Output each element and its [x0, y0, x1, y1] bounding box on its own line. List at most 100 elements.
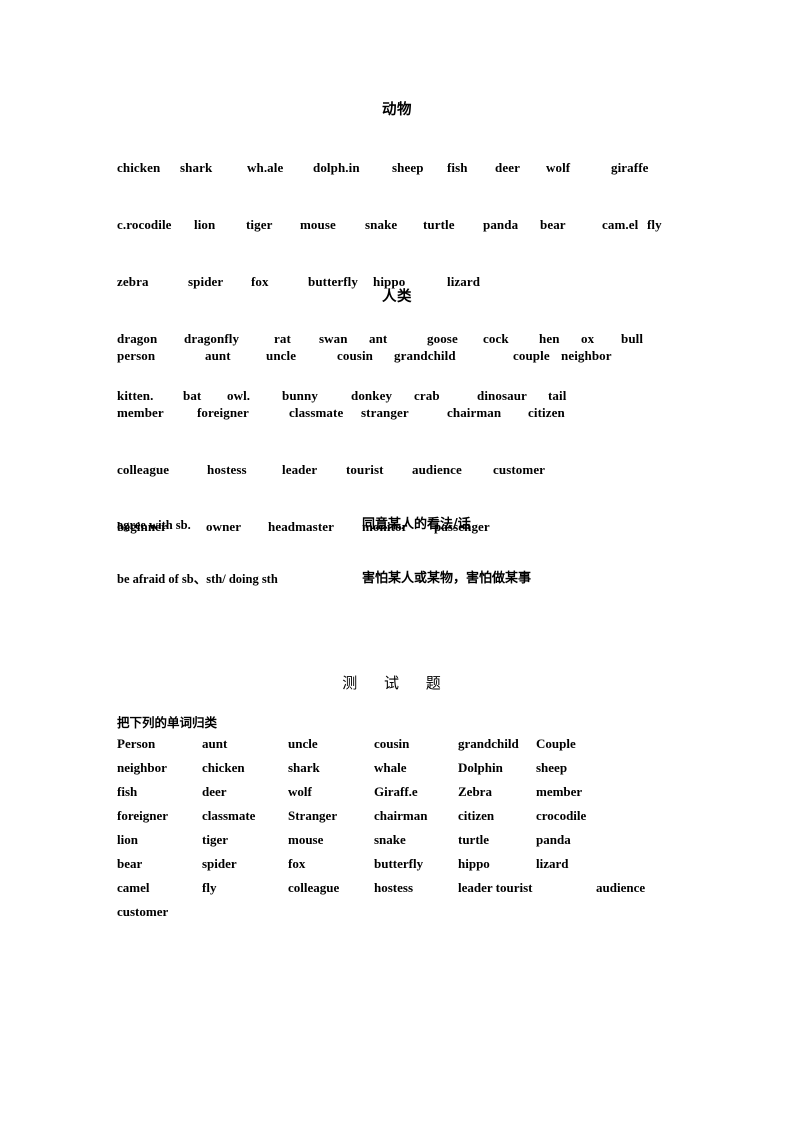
test-instruction: 把下列的单词归类: [117, 715, 218, 730]
animals-section-title: 动物: [382, 102, 412, 118]
vocab-word: hostess: [207, 462, 247, 477]
vocab-word: wh.ale: [247, 160, 284, 175]
vocab-word: owl.: [227, 388, 251, 403]
test-grid-word: Zebra: [458, 784, 492, 799]
vocab-word: owner: [206, 519, 242, 534]
vocab-word: foreigner: [197, 405, 249, 420]
vocab-word: member: [117, 405, 164, 420]
vocab-word: goose: [427, 331, 458, 346]
phrase-list: agree with sb. 同意某人的看法/话 be afraid of sb…: [117, 480, 531, 624]
vocab-word: customer: [493, 462, 546, 477]
humans-row: person aunt uncle cousin grandchild couple nei…: [117, 348, 612, 369]
test-grid-word: customer: [117, 904, 169, 919]
vocab-word: bunny: [282, 388, 318, 403]
phrase-chinese: 同意某人的看法/话: [362, 517, 471, 532]
humans-section-title: 人类: [382, 289, 412, 305]
vocab-word: ox: [581, 331, 595, 346]
test-grid-word: uncle: [288, 736, 318, 751]
vocab-word: grandchild: [394, 348, 456, 363]
vocab-word: dinosaur: [477, 388, 527, 403]
worksheet-page: 动物 chicken shark wh.ale dolph.in sheep fish de…: [0, 0, 794, 1123]
test-grid-word: foreigner: [117, 808, 169, 823]
vocab-word: dolph.in: [313, 160, 360, 175]
vocab-word: person: [117, 348, 156, 363]
test-grid-word: turtle: [458, 832, 490, 847]
vocab-word: ant: [369, 331, 388, 346]
test-grid-word: panda: [536, 832, 571, 847]
vocab-word: donkey: [351, 388, 393, 403]
animals-row: chicken shark wh.ale dolph.in sheep fish deer w…: [117, 160, 648, 181]
test-grid-word: sheep: [536, 760, 568, 775]
test-grid-word: shark: [288, 760, 320, 775]
vocab-word: chicken: [117, 160, 161, 175]
vocab-word: fly: [647, 217, 662, 232]
vocab-word: c.rocodile: [117, 217, 172, 232]
vocab-word: shark: [180, 160, 213, 175]
test-section-title: 测 试 题: [342, 674, 452, 692]
test-grid-word: leader tourist: [458, 880, 533, 895]
test-grid-word: Dolphin: [458, 760, 503, 775]
test-grid-word: Person: [117, 736, 156, 751]
vocab-word: citizen: [528, 405, 565, 420]
vocab-word: leader: [282, 462, 318, 477]
vocab-word: dragonfly: [184, 331, 240, 346]
vocab-word: uncle: [266, 348, 297, 363]
test-grid-word: bear: [117, 856, 143, 871]
vocab-word: deer: [495, 160, 520, 175]
vocab-word: mouse: [300, 217, 336, 232]
test-grid-word: fish: [117, 784, 138, 799]
test-grid-word: Stranger: [288, 808, 338, 823]
test-grid-word: grandchild: [458, 736, 519, 751]
test-grid-word: cousin: [374, 736, 410, 751]
vocab-word: neighbor: [561, 348, 612, 363]
vocab-word: classmate: [289, 405, 344, 420]
test-grid-word: whale: [374, 760, 407, 775]
test-grid-word: classmate: [202, 808, 256, 823]
test-grid-word: aunt: [202, 736, 228, 751]
test-grid-word: Couple: [536, 736, 576, 751]
vocab-word: panda: [483, 217, 519, 232]
phrase-entry: be afraid of sb、sth/ doing sth 害怕某人或某物，害…: [117, 570, 531, 588]
test-grid-word: member: [536, 784, 583, 799]
humans-row: member foreigner classmate stranger chairman…: [117, 405, 565, 426]
vocab-word: tourist: [346, 462, 384, 477]
test-grid-word: lion: [117, 832, 138, 847]
vocab-word: hen: [539, 331, 560, 346]
test-grid-word: hippo: [458, 856, 490, 871]
phrase-chinese: 害怕某人或某物，害怕做某事: [362, 571, 532, 586]
test-grid-word: butterfly: [374, 856, 424, 871]
vocab-word: bat: [183, 388, 202, 403]
vocab-word: swan: [319, 331, 348, 346]
test-grid-word: neighbor: [117, 760, 167, 775]
vocab-word: stranger: [361, 405, 409, 420]
vocab-word: giraffe: [611, 160, 649, 175]
test-grid-word: wolf: [288, 784, 312, 799]
vocab-word: cousin: [337, 348, 374, 363]
test-grid-word: mouse: [288, 832, 324, 847]
test-grid-word: lizard: [536, 856, 569, 871]
vocab-word: wolf: [546, 160, 571, 175]
vocab-word: rat: [274, 331, 291, 346]
vocab-word: cock: [483, 331, 509, 346]
vocab-word: turtle: [423, 217, 455, 232]
animals-row: c.rocodile lion tiger mouse snake turtle panda…: [117, 217, 662, 238]
vocab-word: bear: [540, 217, 566, 232]
test-grid-word: snake: [374, 832, 406, 847]
vocab-word: aunt: [205, 348, 231, 363]
test-grid-word: crocodile: [536, 808, 587, 823]
vocab-word: fish: [447, 160, 468, 175]
test-grid-word: chicken: [202, 760, 245, 775]
test-grid-word: deer: [202, 784, 227, 799]
test-grid-word: colleague: [288, 880, 340, 895]
test-grid-word: hostess: [374, 880, 414, 895]
vocab-word: tail: [548, 388, 567, 403]
test-grid-word: tiger: [202, 832, 228, 847]
vocab-word: colleague: [117, 462, 170, 477]
test-grid-word: spider: [202, 856, 237, 871]
phrase-entry: agree with sb. 同意某人的看法/话: [117, 516, 471, 534]
vocab-word: tiger: [246, 217, 273, 232]
test-grid-word: Giraff.e: [374, 784, 418, 799]
vocab-word: headmaster: [268, 519, 334, 534]
vocab-word: bull: [621, 331, 644, 346]
test-grid-word: audience: [596, 880, 646, 895]
